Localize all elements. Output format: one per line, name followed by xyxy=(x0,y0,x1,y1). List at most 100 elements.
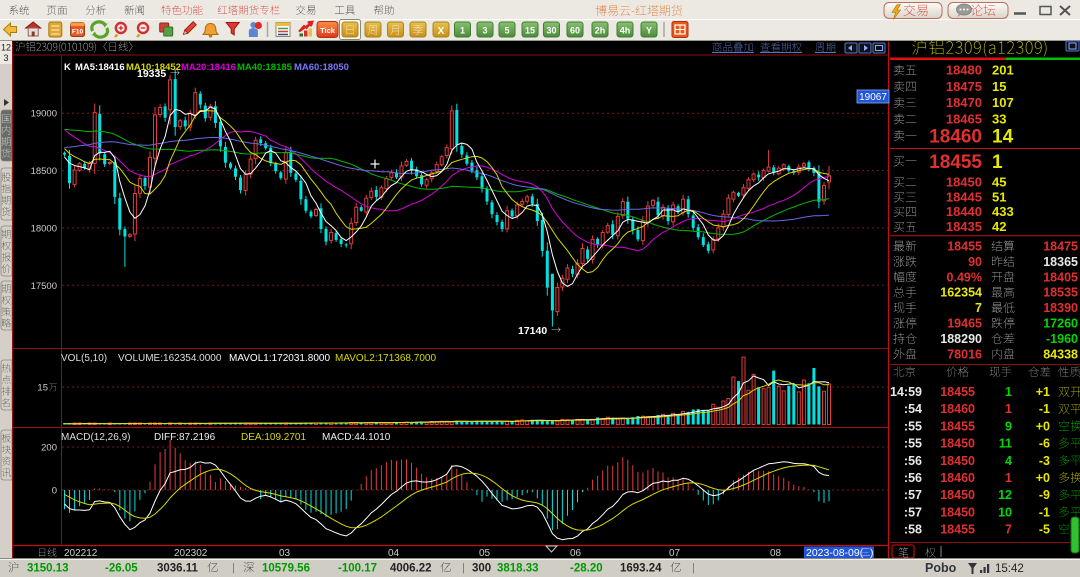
svg-text:VOLUME:162354.0000: VOLUME:162354.0000 xyxy=(118,353,222,364)
svg-text:Pobo: Pobo xyxy=(925,561,957,575)
svg-text:|: | xyxy=(692,562,695,574)
svg-text:Y: Y xyxy=(646,26,652,36)
svg-text:3: 3 xyxy=(3,53,8,63)
svg-text:0.49%: 0.49% xyxy=(947,270,982,284)
svg-text:MA5:18416: MA5:18416 xyxy=(75,62,125,73)
svg-text:30: 30 xyxy=(546,26,556,36)
svg-text:+1: +1 xyxy=(1036,385,1050,399)
svg-text:MA60:18050: MA60:18050 xyxy=(294,62,349,73)
svg-text:14:59: 14:59 xyxy=(890,385,922,399)
svg-text:19000: 19000 xyxy=(31,109,57,120)
svg-text:18405: 18405 xyxy=(1043,270,1078,284)
svg-text:9: 9 xyxy=(1005,419,1012,433)
svg-text:14: 14 xyxy=(992,127,1014,148)
svg-text:18480: 18480 xyxy=(946,63,982,78)
svg-text:15:42: 15:42 xyxy=(995,563,1024,575)
svg-text:18440: 18440 xyxy=(946,204,982,219)
svg-text:60: 60 xyxy=(570,26,580,36)
svg-text:1: 1 xyxy=(1005,385,1012,399)
svg-text:18390: 18390 xyxy=(1043,301,1078,315)
svg-text:18450: 18450 xyxy=(940,437,975,451)
svg-text:11: 11 xyxy=(999,437,1012,451)
svg-text:DEA:109.2701: DEA:109.2701 xyxy=(241,432,306,443)
svg-text:18450: 18450 xyxy=(940,505,975,519)
svg-text:|: | xyxy=(462,562,465,574)
svg-text:15: 15 xyxy=(525,26,535,36)
svg-text:-5: -5 xyxy=(1039,523,1050,537)
svg-text::57: :57 xyxy=(904,488,922,502)
svg-text:0: 0 xyxy=(52,486,57,497)
svg-text::56: :56 xyxy=(904,454,922,468)
svg-text:7: 7 xyxy=(975,301,982,315)
svg-text:-1: -1 xyxy=(1039,402,1050,416)
svg-text:Tick: Tick xyxy=(320,26,336,35)
svg-text:18000: 18000 xyxy=(31,223,57,234)
svg-text:7: 7 xyxy=(1005,523,1012,537)
svg-text:18475: 18475 xyxy=(946,79,982,94)
svg-text:MA10:18452: MA10:18452 xyxy=(126,62,181,73)
svg-text:+0: +0 xyxy=(1036,471,1050,485)
svg-text:-28.20: -28.20 xyxy=(570,563,603,575)
svg-text:201: 201 xyxy=(992,63,1014,78)
svg-text:19465: 19465 xyxy=(947,317,982,331)
svg-text:17140: 17140 xyxy=(518,325,547,337)
svg-text:3036.11: 3036.11 xyxy=(157,563,199,575)
svg-text:07: 07 xyxy=(669,548,681,559)
svg-text:-9: -9 xyxy=(1039,488,1050,502)
svg-text:1: 1 xyxy=(992,152,1003,173)
svg-text:84338: 84338 xyxy=(1043,347,1078,361)
svg-text:33: 33 xyxy=(992,111,1006,126)
svg-text:18435: 18435 xyxy=(946,219,982,234)
svg-text:15: 15 xyxy=(37,383,48,394)
svg-text:1: 1 xyxy=(1005,402,1012,416)
svg-text:18450: 18450 xyxy=(940,488,975,502)
svg-text:18460: 18460 xyxy=(940,402,975,416)
svg-text:4006.22: 4006.22 xyxy=(390,563,432,575)
svg-text::57: :57 xyxy=(904,505,922,519)
svg-text:12: 12 xyxy=(1,43,11,53)
svg-text:45: 45 xyxy=(992,175,1006,190)
svg-text:-3: -3 xyxy=(1039,454,1050,468)
svg-text:300: 300 xyxy=(472,563,491,575)
svg-text:MA20:18416: MA20:18416 xyxy=(181,62,236,73)
svg-text:17260: 17260 xyxy=(1043,317,1078,331)
svg-text:MAVOL2:171368.7000: MAVOL2:171368.7000 xyxy=(335,353,436,364)
svg-text:1: 1 xyxy=(1005,471,1012,485)
svg-text:18450: 18450 xyxy=(946,175,982,190)
svg-text:18450: 18450 xyxy=(940,454,975,468)
svg-text::55: :55 xyxy=(904,419,922,433)
svg-text::56: :56 xyxy=(904,471,922,485)
svg-text:K: K xyxy=(64,62,71,73)
svg-text:51: 51 xyxy=(992,190,1006,205)
svg-text:18455: 18455 xyxy=(947,240,982,254)
svg-text:): ) xyxy=(870,547,874,559)
svg-text:107: 107 xyxy=(992,95,1014,110)
svg-text::55: :55 xyxy=(904,437,922,451)
svg-text:MA40:18185: MA40:18185 xyxy=(237,62,293,73)
svg-text:78016: 78016 xyxy=(947,347,982,361)
svg-text:08: 08 xyxy=(770,548,782,559)
svg-text:06: 06 xyxy=(570,548,582,559)
svg-text:MACD:44.1010: MACD:44.1010 xyxy=(322,432,391,443)
svg-text:1: 1 xyxy=(460,26,465,36)
svg-text:433: 433 xyxy=(992,204,1014,219)
svg-text::58: :58 xyxy=(904,523,922,537)
svg-text:17500: 17500 xyxy=(31,281,57,292)
svg-text:X: X xyxy=(438,26,445,37)
svg-text:-1960: -1960 xyxy=(1046,332,1078,346)
svg-text:42: 42 xyxy=(992,219,1006,234)
svg-text:4: 4 xyxy=(1005,454,1012,468)
svg-text:15: 15 xyxy=(992,79,1006,94)
svg-text:MACD(12,26,9): MACD(12,26,9) xyxy=(61,432,130,443)
svg-text:F10: F10 xyxy=(72,29,84,36)
svg-text:05: 05 xyxy=(479,548,491,559)
svg-text:2h: 2h xyxy=(595,26,606,36)
svg-text:18535: 18535 xyxy=(1043,286,1078,300)
svg-text:162354: 162354 xyxy=(940,286,982,300)
svg-text:202302: 202302 xyxy=(174,548,208,559)
svg-text:12: 12 xyxy=(998,488,1012,502)
svg-text:18455: 18455 xyxy=(940,419,975,433)
svg-text:04: 04 xyxy=(388,548,400,559)
svg-text:MAVOL1:172031.8000: MAVOL1:172031.8000 xyxy=(229,353,330,364)
svg-text:3: 3 xyxy=(482,26,487,36)
